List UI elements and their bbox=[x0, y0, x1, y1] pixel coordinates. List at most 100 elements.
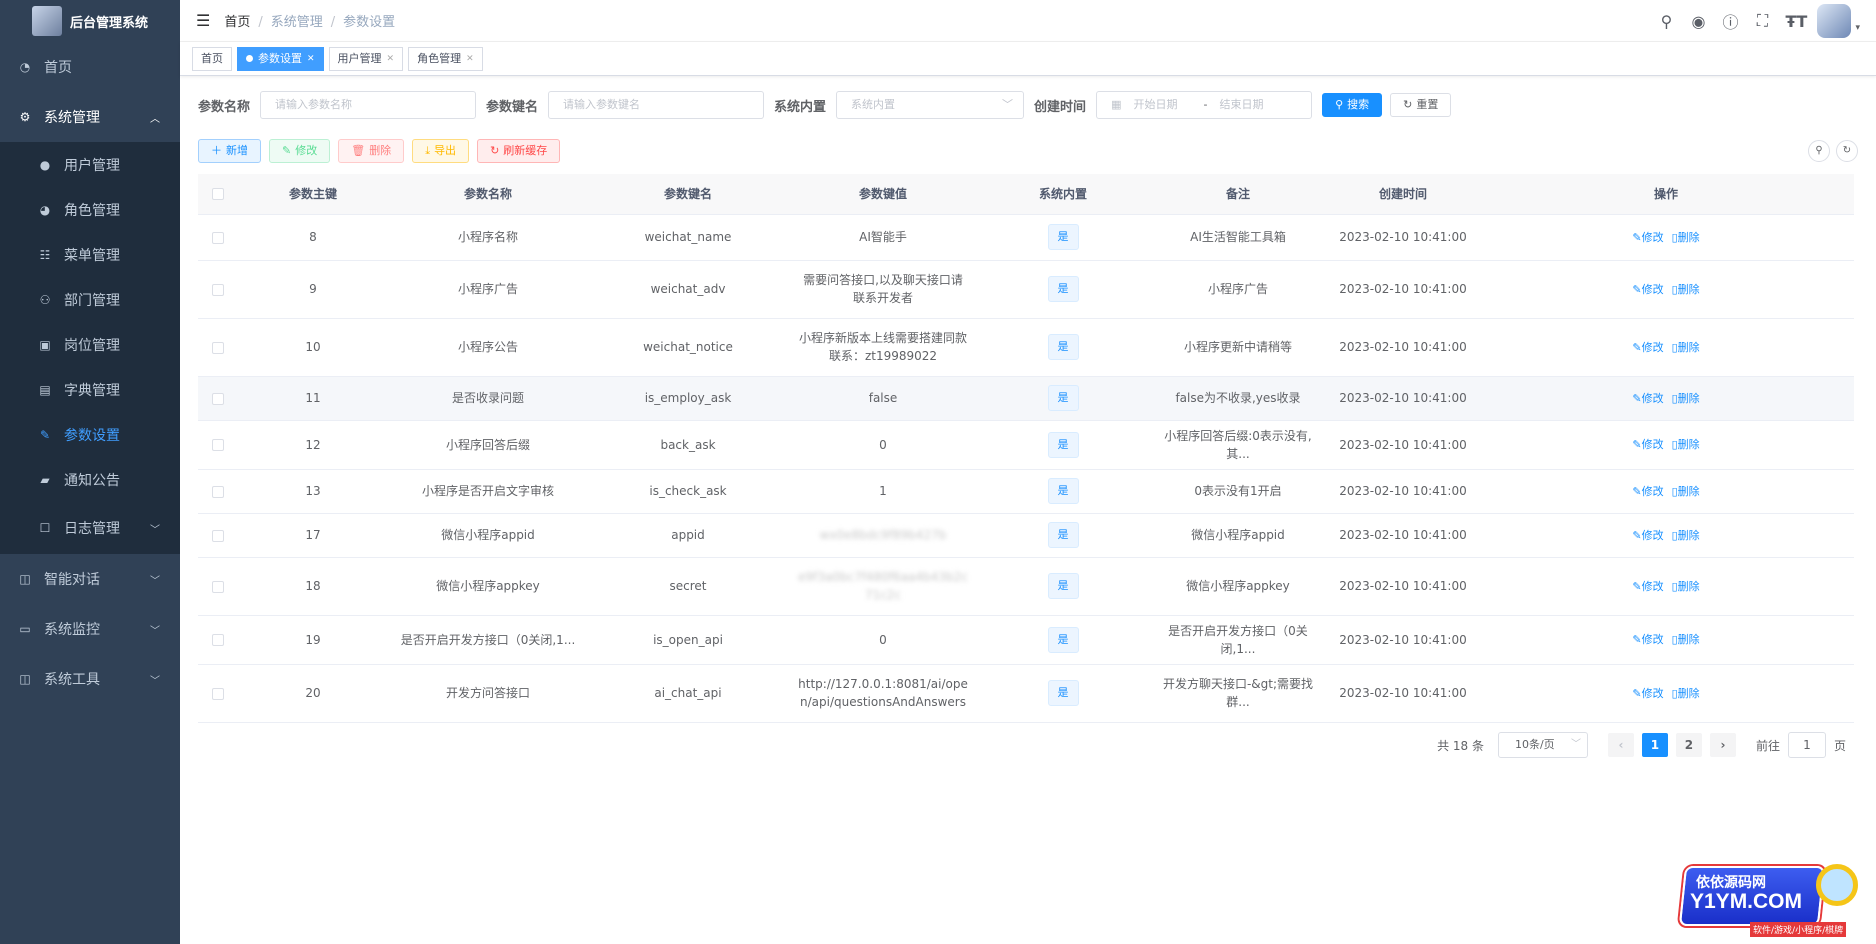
add-button[interactable]: ＋新增 bbox=[198, 139, 261, 163]
close-icon[interactable]: ✕ bbox=[466, 48, 474, 70]
row-checkbox[interactable] bbox=[212, 231, 224, 244]
search-toggle-button[interactable]: ⚲ bbox=[1808, 140, 1830, 162]
table-row[interactable]: 19 是否开启开发方接口（0关闭,1... is_open_api 0 是是否开启开发方… bbox=[198, 615, 1854, 665]
refresh-cache-button[interactable]: ↻ 刷新缓存 bbox=[477, 139, 561, 163]
breadcrumb-home[interactable]: 首页 bbox=[224, 15, 250, 30]
question-icon[interactable]: ⓘ bbox=[1721, 9, 1739, 33]
tag-users[interactable]: 用户管理 ✕ bbox=[328, 46, 404, 71]
row-select-cell[interactable] bbox=[198, 376, 238, 421]
page-size-select[interactable]: 10条/页 ﹀ bbox=[1497, 732, 1588, 758]
row-select-cell[interactable] bbox=[198, 420, 238, 470]
row-checkbox[interactable] bbox=[212, 580, 224, 593]
table-row[interactable]: 13 小程序是否开启文字审核 is_check_ask 1 是 0表示没有1开启 2023-… bbox=[198, 469, 1854, 514]
search-icon[interactable]: ⚲ bbox=[1657, 12, 1675, 31]
page-1-button[interactable]: 1 bbox=[1641, 733, 1668, 757]
row-select-cell[interactable] bbox=[198, 664, 238, 723]
table-row[interactable]: 18 微信小程序appkey secret e9f3a0bc7f480f6aa4b43… bbox=[198, 557, 1854, 616]
row-delete-button[interactable]: ▯删除 bbox=[1672, 687, 1700, 700]
row-checkbox[interactable] bbox=[212, 283, 224, 296]
sidebar-item-notices[interactable]: ▰ 通知公告 bbox=[0, 457, 180, 502]
row-select-cell[interactable] bbox=[198, 260, 238, 319]
sidebar-item-dicts[interactable]: ▤ 字典管理 bbox=[0, 367, 180, 412]
row-select-cell[interactable] bbox=[198, 318, 238, 377]
row-delete-button[interactable]: ▯删除 bbox=[1672, 341, 1700, 354]
sidebar-item-system[interactable]: ⚙ 系统管理 ︿ bbox=[0, 92, 180, 142]
table-row[interactable]: 12 小程序回答后缀 back_ask 0 是 小程序回答后缀:0表示没有,其... 202… bbox=[198, 420, 1854, 470]
row-select-cell[interactable] bbox=[198, 557, 238, 616]
sidebar-item-tools[interactable]: ◫ 系统工具 ﹀ bbox=[0, 654, 180, 704]
sidebar-item-logs[interactable]: ☐ 日志管理 ﹀ bbox=[0, 502, 180, 554]
table-row[interactable]: 17 微信小程序appid appid wx0e8bdc9f89b427b 是微信小程序… bbox=[198, 513, 1854, 558]
row-select-cell[interactable] bbox=[198, 469, 238, 514]
reset-button[interactable]: ↻ 重置 bbox=[1390, 93, 1452, 117]
prev-page-button[interactable]: ‹ bbox=[1607, 733, 1634, 757]
row-checkbox[interactable] bbox=[212, 341, 224, 354]
row-checkbox[interactable] bbox=[212, 634, 224, 646]
row-delete-button[interactable]: ▯删除 bbox=[1672, 529, 1700, 542]
sidebar-logo[interactable]: 后台管理系统 bbox=[0, 0, 180, 42]
row-edit-button[interactable]: ✎修改 bbox=[1632, 438, 1663, 451]
table-row[interactable]: 20 开发方问答接口 ai_chat_api http://127.0.0.1:808… bbox=[198, 664, 1854, 723]
sidebar-item-config[interactable]: ✎ 参数设置 bbox=[0, 412, 180, 457]
row-delete-button[interactable]: ▯删除 bbox=[1672, 438, 1700, 451]
row-edit-button[interactable]: ✎修改 bbox=[1632, 529, 1663, 542]
table-row[interactable]: 9 小程序广告 weichat_adv 需要问答接口,以及聊天接口请联系开发者是小程序… bbox=[198, 260, 1854, 319]
row-checkbox[interactable] bbox=[212, 485, 224, 498]
select-all-checkbox[interactable] bbox=[212, 188, 224, 201]
table-row[interactable]: 8 小程序名称 weichat_name AI智能手 是 AI生活智能工具箱 2023-02… bbox=[198, 214, 1854, 261]
sidebar-item-chat[interactable]: ◫ 智能对话 ﹀ bbox=[0, 554, 180, 604]
font-size-icon[interactable]: ŦT bbox=[1785, 12, 1807, 31]
row-checkbox[interactable] bbox=[212, 529, 224, 542]
next-page-button[interactable]: › bbox=[1709, 733, 1736, 757]
row-edit-button[interactable]: ✎修改 bbox=[1632, 341, 1663, 354]
delete-button[interactable]: 🗑 删除 bbox=[338, 139, 405, 163]
date-range-picker[interactable]: ▦ 开始日期 - 结束日期 bbox=[1096, 91, 1313, 119]
row-select-cell[interactable] bbox=[198, 513, 238, 558]
row-edit-button[interactable]: ✎修改 bbox=[1632, 633, 1663, 646]
row-delete-button[interactable]: ▯删除 bbox=[1672, 283, 1700, 296]
tag-home[interactable]: 首页 bbox=[192, 46, 232, 71]
row-checkbox[interactable] bbox=[212, 439, 224, 451]
row-edit-button[interactable]: ✎修改 bbox=[1632, 392, 1663, 405]
row-checkbox[interactable] bbox=[212, 687, 224, 700]
row-delete-button[interactable]: ▯删除 bbox=[1672, 580, 1700, 593]
hamburger-icon[interactable]: ☰ bbox=[196, 11, 210, 30]
sidebar-item-users[interactable]: ● 用户管理 bbox=[0, 142, 180, 187]
row-delete-button[interactable]: ▯删除 bbox=[1672, 633, 1700, 646]
config-name-input[interactable]: 请输入参数名称 bbox=[260, 91, 477, 119]
select-all-cell[interactable] bbox=[198, 174, 238, 215]
row-delete-button[interactable]: ▯删除 bbox=[1672, 231, 1700, 244]
row-select-cell[interactable] bbox=[198, 615, 238, 665]
tag-config[interactable]: 参数设置 ✕ bbox=[237, 46, 324, 71]
end-date-input[interactable]: 结束日期 bbox=[1219, 92, 1263, 118]
close-icon[interactable]: ✕ bbox=[307, 48, 315, 70]
row-edit-button[interactable]: ✎修改 bbox=[1632, 283, 1663, 296]
sidebar-item-posts[interactable]: ▣ 岗位管理 bbox=[0, 322, 180, 367]
row-edit-button[interactable]: ✎修改 bbox=[1632, 231, 1663, 244]
export-button[interactable]: ⤓ 导出 bbox=[412, 139, 470, 163]
sidebar-item-menus[interactable]: ☷ 菜单管理 bbox=[0, 232, 180, 277]
fullscreen-icon[interactable]: ⛶ bbox=[1753, 11, 1771, 31]
row-delete-button[interactable]: ▯删除 bbox=[1672, 392, 1700, 405]
builtin-select[interactable]: 系统内置 ﹀ bbox=[836, 91, 1025, 119]
sidebar-item-roles[interactable]: ◕ 角色管理 bbox=[0, 187, 180, 232]
row-checkbox[interactable] bbox=[212, 392, 224, 405]
sidebar-item-home[interactable]: ◔ 首页 bbox=[0, 42, 180, 92]
row-edit-button[interactable]: ✎修改 bbox=[1632, 687, 1663, 700]
sidebar-item-monitor[interactable]: ▭ 系统监控 ﹀ bbox=[0, 604, 180, 654]
table-row[interactable]: 10 小程序公告 weichat_notice 小程序新版本上线需要搭建同款联系：zt… bbox=[198, 318, 1854, 377]
row-select-cell[interactable] bbox=[198, 214, 238, 261]
table-row[interactable]: 11 是否收录问题 is_employ_ask false 是 false为不收录,yes… bbox=[198, 376, 1854, 421]
close-icon[interactable]: ✕ bbox=[387, 48, 395, 70]
refresh-button[interactable]: ↻ bbox=[1836, 140, 1858, 162]
sidebar-item-depts[interactable]: ⚇ 部门管理 bbox=[0, 277, 180, 322]
start-date-input[interactable]: 开始日期 bbox=[1133, 92, 1191, 118]
edit-button[interactable]: ✎ 修改 bbox=[269, 139, 331, 163]
search-button[interactable]: ⚲ 搜索 bbox=[1322, 93, 1383, 117]
page-2-button[interactable]: 2 bbox=[1675, 733, 1702, 757]
config-key-input[interactable]: 请输入参数键名 bbox=[548, 91, 765, 119]
goto-page-input[interactable]: 1 bbox=[1787, 732, 1826, 758]
tag-roles[interactable]: 角色管理 ✕ bbox=[408, 46, 483, 71]
row-edit-button[interactable]: ✎修改 bbox=[1632, 580, 1663, 593]
caret-down-icon[interactable]: ▾ bbox=[1855, 23, 1860, 33]
